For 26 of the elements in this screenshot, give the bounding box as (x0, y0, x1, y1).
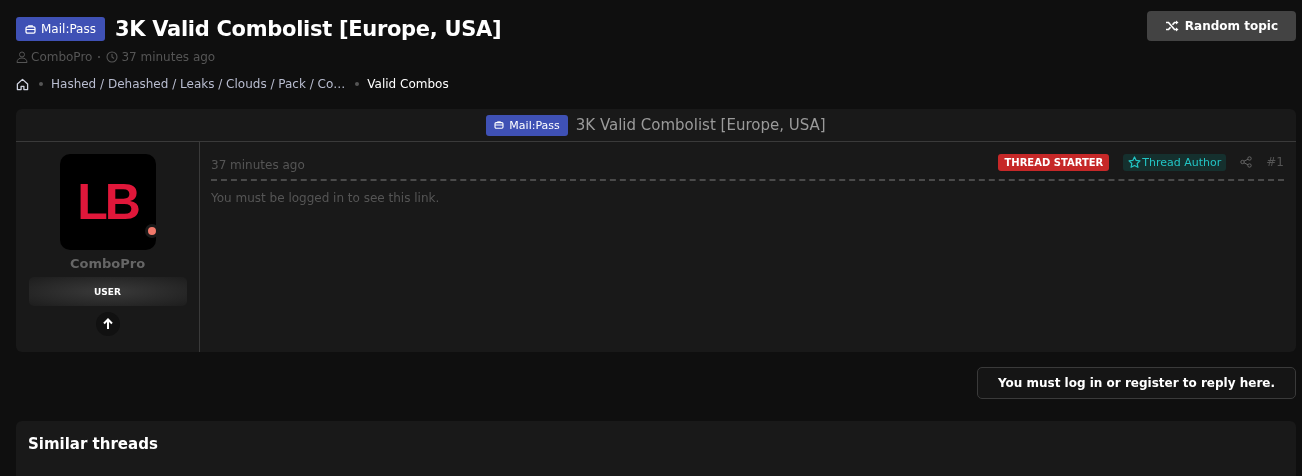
post-message: You must be logged in to see this link. (211, 191, 441, 205)
star-icon (1128, 155, 1142, 169)
clock-icon (106, 51, 119, 63)
prefix-label[interactable]: Mail:Pass (16, 17, 105, 41)
thread-title: 3K Valid Combolist [Europe, USA] (115, 17, 502, 41)
share-icon[interactable] (1240, 156, 1253, 168)
prefix-label[interactable]: Mail:Pass (486, 114, 568, 136)
arrow-up-icon (95, 312, 120, 336)
breadcrumb-link[interactable]: Hashed / Dehashed / Leaks / Clouds / Pack / Co… (51, 77, 346, 91)
thread-author-badge: Thread Author (1123, 153, 1227, 171)
post-time: 37 minutes ago (121, 50, 216, 64)
prefix-text: Mail:Pass (41, 22, 96, 36)
avatar[interactable]: LB (59, 154, 156, 250)
login-notice[interactable]: You must log in or register to reply here. (976, 367, 1296, 399)
random-topic-button[interactable]: Random topic (1146, 11, 1296, 41)
post-title: 3K Valid Combolist [Europe, USA] (575, 116, 826, 134)
section-title: Similar threads (28, 435, 159, 453)
prefix-text: Mail:Pass (509, 118, 560, 132)
home-icon[interactable] (16, 77, 29, 91)
shuffle-icon (1164, 20, 1179, 32)
role-banner: USER (28, 277, 187, 306)
briefcase-icon (494, 121, 505, 129)
breadcrumb-link[interactable]: Valid Combos (367, 77, 449, 91)
briefcase-icon (25, 24, 36, 34)
thread-starter-badge: THREAD STARTER (998, 153, 1110, 171)
user-icon (16, 51, 28, 63)
